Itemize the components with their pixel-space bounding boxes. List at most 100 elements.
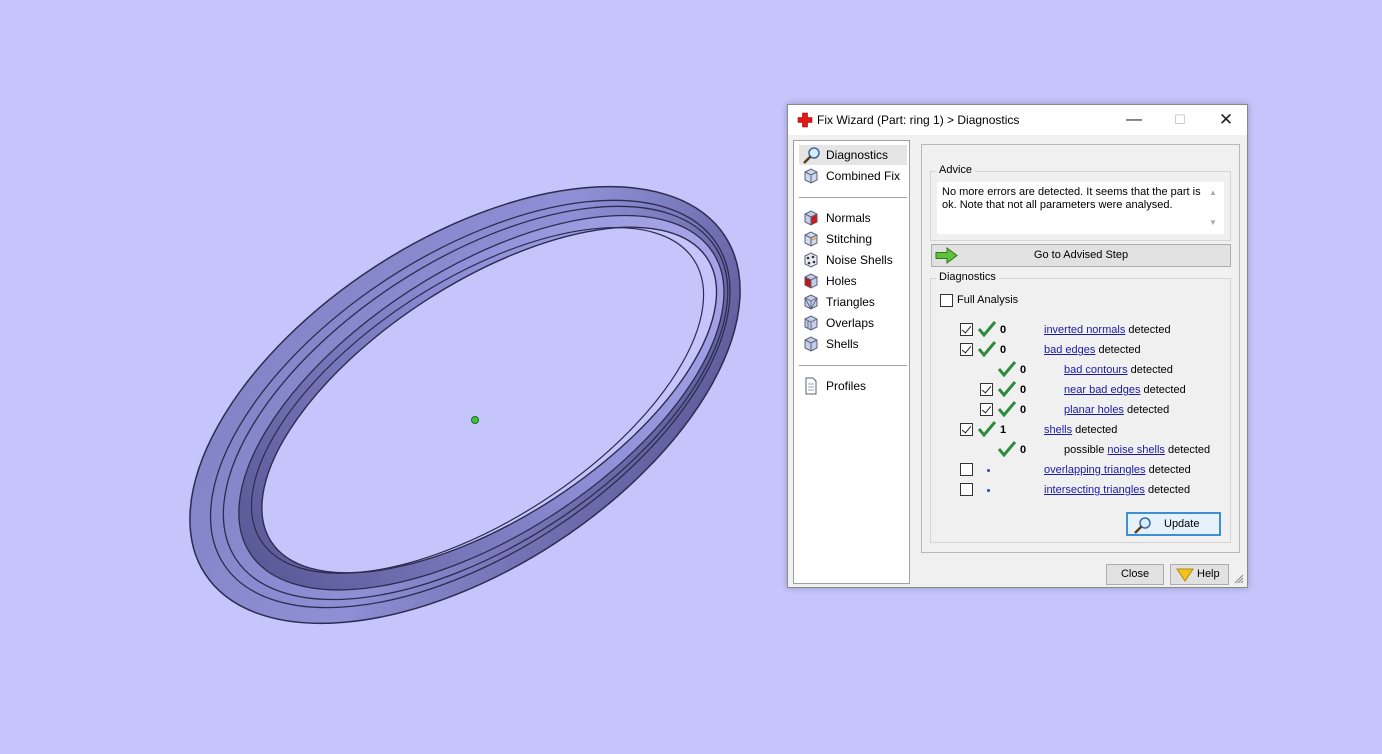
diag-row-inverted-normals: 0 inverted normals detected: [931, 321, 1231, 340]
go-to-advised-step-label: Go to Advised Step: [1033, 249, 1129, 261]
bad-edges-link[interactable]: bad edges: [1044, 344, 1095, 356]
inverted-normals-link[interactable]: inverted normals: [1044, 324, 1125, 336]
row-suffix: detected: [1127, 364, 1173, 376]
advice-textbox[interactable]: No more errors are detected. It seems th…: [937, 182, 1224, 234]
row-checkbox[interactable]: [980, 383, 993, 396]
nav-item-noise-shells[interactable]: Noise Shells: [799, 250, 907, 270]
row-text: possible noise shells detected: [1064, 444, 1210, 456]
help-funnel-icon: [1176, 568, 1194, 582]
row-text: planar holes detected: [1064, 404, 1169, 416]
title-bar[interactable]: Fix Wizard (Part: ring 1) > Diagnostics …: [788, 105, 1247, 135]
row-count: 1: [1000, 424, 1007, 436]
wizard-nav: Diagnostics Combined Fix Normals Stitchi…: [793, 140, 910, 584]
check-icon: [978, 341, 996, 357]
row-checkbox[interactable]: [980, 403, 993, 416]
row-count: 0: [1020, 444, 1027, 456]
nav-item-label: Combined Fix: [826, 169, 901, 183]
row-suffix: detected: [1095, 344, 1141, 356]
nav-item-stitching[interactable]: Stitching: [799, 229, 907, 249]
row-text: inverted normals detected: [1044, 324, 1171, 336]
row-text: shells detected: [1044, 424, 1117, 436]
row-suffix: detected: [1144, 484, 1191, 496]
resize-grip-icon[interactable]: [1234, 574, 1244, 584]
overlapping-triangles-link[interactable]: overlapping triangles: [1044, 464, 1146, 476]
diag-row-near-bad-edges: 0 near bad edges detected: [931, 381, 1231, 400]
check-icon: [998, 441, 1016, 457]
go-to-advised-step-button[interactable]: Go to Advised Step: [931, 244, 1231, 267]
bad-contours-link[interactable]: bad contours: [1064, 364, 1128, 376]
noise-shells-link[interactable]: noise shells: [1107, 444, 1164, 456]
diag-row-noise-shells: 0 possible noise shells detected: [931, 441, 1231, 460]
row-count: 0: [1020, 404, 1027, 416]
row-prefix: possible: [1064, 444, 1108, 456]
check-icon: [978, 321, 996, 337]
nav-item-label: Shells: [826, 337, 859, 351]
nav-item-shells[interactable]: Shells: [799, 334, 907, 354]
row-count: 0: [1000, 344, 1007, 356]
full-analysis-checkbox[interactable]: [940, 294, 953, 307]
row-checkbox[interactable]: [960, 323, 973, 336]
row-checkbox[interactable]: [960, 463, 973, 476]
ring-model[interactable]: [115, 98, 815, 712]
check-icon: [998, 361, 1016, 377]
row-suffix: detected: [1125, 324, 1171, 336]
row-text: overlapping triangles detected: [1044, 464, 1191, 476]
update-button[interactable]: Update: [1126, 512, 1221, 536]
near-bad-edges-link[interactable]: near bad edges: [1064, 384, 1140, 396]
nav-item-normals[interactable]: Normals: [799, 208, 907, 228]
shells-link[interactable]: shells: [1044, 424, 1072, 436]
diag-row-intersecting-triangles: intersecting triangles detected: [931, 482, 1231, 500]
row-count: 0: [1020, 384, 1027, 396]
planar-holes-link[interactable]: planar holes: [1064, 404, 1124, 416]
close-button[interactable]: Close: [1106, 564, 1164, 585]
diag-row-planar-holes: 0 planar holes detected: [931, 401, 1231, 420]
normals-cube-icon: [804, 210, 818, 226]
row-text: bad edges detected: [1044, 344, 1141, 356]
holes-cube-icon: [804, 273, 818, 289]
diagnostics-panel: Advice No more errors are detected. It s…: [921, 144, 1240, 553]
row-text: near bad edges detected: [1064, 384, 1186, 396]
stitching-cube-icon: [804, 231, 818, 247]
advice-group: Advice No more errors are detected. It s…: [930, 164, 1231, 241]
nav-item-label: Normals: [826, 211, 871, 225]
magnifier-icon: [803, 147, 820, 164]
row-checkbox[interactable]: [960, 423, 973, 436]
nav-item-overlaps[interactable]: Overlaps: [799, 313, 907, 333]
diagnostics-title: Diagnostics: [936, 271, 999, 283]
noise-shells-icon: [804, 252, 818, 268]
row-suffix: detected: [1072, 424, 1118, 436]
nav-item-triangles[interactable]: Triangles: [799, 292, 907, 312]
check-icon: [998, 401, 1016, 417]
row-text: intersecting triangles detected: [1044, 484, 1190, 496]
maximize-button[interactable]: ☐: [1157, 105, 1203, 135]
help-button[interactable]: Help: [1170, 564, 1229, 585]
nav-item-profiles[interactable]: Profiles: [799, 376, 907, 396]
close-window-button[interactable]: ✕: [1203, 105, 1249, 135]
cube-icon: [804, 168, 818, 184]
not-analysed-dot-icon: [987, 469, 990, 472]
minimize-button[interactable]: —: [1111, 105, 1157, 135]
diag-row-bad-edges: 0 bad edges detected: [931, 341, 1231, 360]
nav-divider: [799, 365, 907, 366]
nav-item-label: Triangles: [826, 295, 875, 309]
red-cross-icon: [797, 112, 813, 128]
nav-item-holes[interactable]: Holes: [799, 271, 907, 291]
nav-item-combined-fix[interactable]: Combined Fix: [799, 166, 907, 186]
row-count: 0: [1020, 364, 1027, 376]
nav-item-diagnostics[interactable]: Diagnostics: [799, 145, 907, 165]
check-icon: [998, 381, 1016, 397]
diagnostics-group: Diagnostics Full Analysis 0 inverted nor…: [930, 271, 1231, 543]
row-checkbox[interactable]: [960, 483, 973, 496]
document-icon: [805, 377, 817, 395]
intersecting-triangles-link[interactable]: intersecting triangles: [1044, 484, 1145, 496]
scroll-up-icon[interactable]: ▲: [1208, 188, 1218, 198]
nav-item-label: Overlaps: [826, 316, 875, 330]
row-suffix: detected: [1145, 464, 1191, 476]
row-suffix: detected: [1123, 404, 1170, 416]
check-icon: [978, 421, 996, 437]
scroll-down-icon[interactable]: ▼: [1208, 218, 1218, 228]
row-count: 0: [1000, 324, 1007, 336]
row-checkbox[interactable]: [960, 343, 973, 356]
pivot-point: [471, 416, 479, 424]
shells-cube-icon: [804, 336, 818, 352]
